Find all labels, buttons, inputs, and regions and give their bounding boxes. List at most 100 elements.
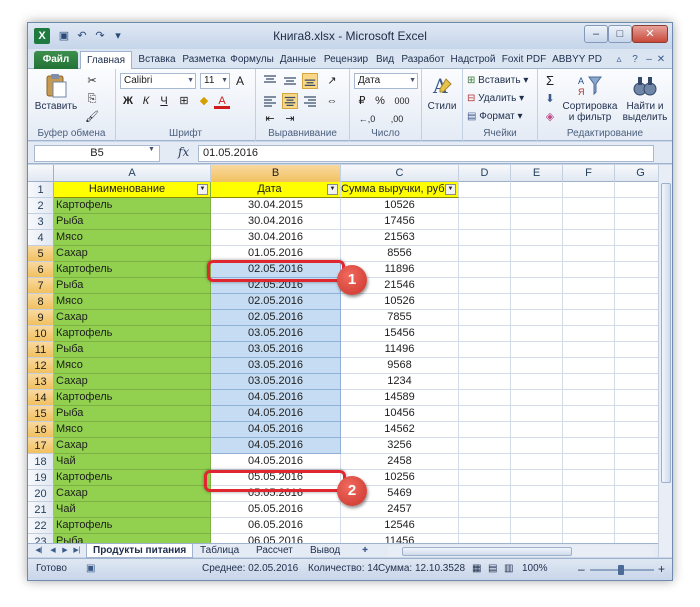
copy-icon[interactable]: ⎘ — [84, 91, 100, 107]
first-sheet-icon[interactable]: ◀| — [34, 545, 44, 557]
sheet-tab-products[interactable]: Продукты питания — [86, 544, 194, 558]
styles-button[interactable]: A Стили — [424, 73, 460, 112]
empty-cell[interactable] — [563, 502, 615, 518]
empty-cell[interactable] — [459, 358, 511, 374]
empty-cell[interactable] — [459, 342, 511, 358]
row-header[interactable]: 7 — [28, 278, 54, 294]
empty-cell[interactable] — [459, 438, 511, 454]
empty-cell[interactable] — [459, 422, 511, 438]
empty-cell[interactable] — [615, 422, 658, 438]
cell-product-name[interactable]: Сахар — [54, 374, 211, 390]
empty-cell[interactable] — [459, 502, 511, 518]
empty-cell[interactable] — [563, 342, 615, 358]
row-header[interactable]: 11 — [28, 342, 54, 358]
cell-revenue[interactable]: 11456 — [341, 534, 459, 543]
tab-foxit-pdf[interactable]: Foxit PDF — [498, 51, 550, 69]
ribbon-minimize-icon[interactable]: ▵ — [612, 53, 626, 67]
empty-cell[interactable] — [615, 342, 658, 358]
cell-date[interactable]: 04.05.2016 — [211, 422, 341, 438]
vertical-scroll-thumb[interactable] — [661, 183, 671, 483]
empty-cell[interactable] — [459, 214, 511, 230]
cell-product-name[interactable]: Картофель — [54, 262, 211, 278]
empty-cell[interactable] — [563, 246, 615, 262]
cell-product-name[interactable]: Сахар — [54, 246, 211, 262]
tab-abbyy-pdf[interactable]: ABBYY PD — [550, 51, 604, 69]
delete-cells-button[interactable]: ⊟ Удалить ▾ — [467, 91, 524, 107]
autosum-button[interactable]: Σ — [542, 73, 558, 89]
column-header-g[interactable]: G — [615, 165, 658, 182]
empty-cell[interactable] — [563, 518, 615, 534]
empty-cell[interactable] — [459, 310, 511, 326]
zoom-slider[interactable] — [590, 565, 654, 575]
cell-revenue[interactable]: 10526 — [341, 198, 459, 214]
empty-cell[interactable] — [615, 182, 658, 198]
row-header[interactable]: 9 — [28, 310, 54, 326]
horizontal-scroll-thumb[interactable] — [402, 547, 572, 556]
empty-cell[interactable] — [615, 518, 658, 534]
cell-product-name[interactable]: Рыба — [54, 342, 211, 358]
cell-date[interactable]: 05.05.2016 — [211, 502, 341, 518]
empty-cell[interactable] — [511, 374, 563, 390]
empty-cell[interactable] — [615, 454, 658, 470]
empty-cell[interactable] — [459, 470, 511, 486]
row-header[interactable]: 18 — [28, 454, 54, 470]
page-layout-view-icon[interactable]: ▤ — [488, 563, 497, 574]
cell-revenue[interactable]: 10456 — [341, 406, 459, 422]
tab-view[interactable]: Вид — [372, 51, 398, 69]
tab-addins[interactable]: Надстрой — [448, 51, 498, 69]
cell-product-name[interactable]: Мясо — [54, 358, 211, 374]
empty-cell[interactable] — [615, 534, 658, 543]
close-button[interactable]: ✕ — [632, 25, 668, 43]
cell-date[interactable]: 04.05.2016 — [211, 438, 341, 454]
cell-revenue[interactable]: 21563 — [341, 230, 459, 246]
cell-revenue[interactable]: 14589 — [341, 390, 459, 406]
cell-revenue[interactable]: 14562 — [341, 422, 459, 438]
empty-cell[interactable] — [511, 518, 563, 534]
empty-cell[interactable] — [511, 502, 563, 518]
empty-cell[interactable] — [615, 294, 658, 310]
empty-cell[interactable] — [615, 502, 658, 518]
cell-revenue[interactable]: 11496 — [341, 342, 459, 358]
cut-icon[interactable]: ✂ — [84, 73, 100, 89]
zoom-slider-knob[interactable] — [618, 565, 624, 575]
empty-cell[interactable] — [459, 278, 511, 294]
cell-date[interactable]: 03.05.2016 — [211, 374, 341, 390]
cell-product-name[interactable]: Рыба — [54, 214, 211, 230]
sort-filter-button[interactable]: А Я Сортировка и фильтр — [562, 73, 618, 123]
increase-decimal-button[interactable]: ←,0 — [354, 111, 380, 127]
decrease-decimal-button[interactable]: ,00 — [384, 111, 410, 127]
row-header[interactable]: 13 — [28, 374, 54, 390]
zoom-out-button[interactable]: – — [578, 562, 585, 576]
tab-insert[interactable]: Вставка — [134, 51, 180, 69]
empty-cell[interactable] — [511, 406, 563, 422]
merge-cells-icon[interactable]: ⇔ — [324, 93, 340, 109]
empty-cell[interactable] — [563, 454, 615, 470]
row-header[interactable]: 3 — [28, 214, 54, 230]
tab-home[interactable]: Главная — [80, 51, 132, 69]
cell-revenue[interactable]: 15456 — [341, 326, 459, 342]
empty-cell[interactable] — [563, 406, 615, 422]
cell-product-name[interactable]: Чай — [54, 454, 211, 470]
empty-cell[interactable] — [511, 422, 563, 438]
empty-cell[interactable] — [563, 486, 615, 502]
cell-product-name[interactable]: Картофель — [54, 326, 211, 342]
empty-cell[interactable] — [511, 326, 563, 342]
empty-cell[interactable] — [511, 262, 563, 278]
bold-button[interactable]: Ж — [120, 93, 136, 109]
tab-formulas[interactable]: Формулы — [228, 51, 276, 69]
align-top-icon[interactable] — [262, 73, 278, 89]
tab-data[interactable]: Данные — [276, 51, 320, 69]
row-header[interactable]: 21 — [28, 502, 54, 518]
filter-dropdown-icon[interactable]: ▼ — [197, 184, 208, 195]
align-center-icon[interactable] — [282, 93, 298, 109]
row-header[interactable]: 23 — [28, 534, 54, 543]
row-header[interactable]: 17 — [28, 438, 54, 454]
macro-record-icon[interactable]: ▣ — [86, 563, 95, 574]
row-header[interactable]: 6 — [28, 262, 54, 278]
cell-date[interactable]: 30.04.2015 — [211, 198, 341, 214]
cell-revenue[interactable]: 2458 — [341, 454, 459, 470]
row-header[interactable]: 8 — [28, 294, 54, 310]
minimize-button[interactable]: – — [584, 25, 608, 43]
zoom-level[interactable]: 100% — [522, 563, 548, 574]
cell-product-name[interactable]: Чай — [54, 502, 211, 518]
